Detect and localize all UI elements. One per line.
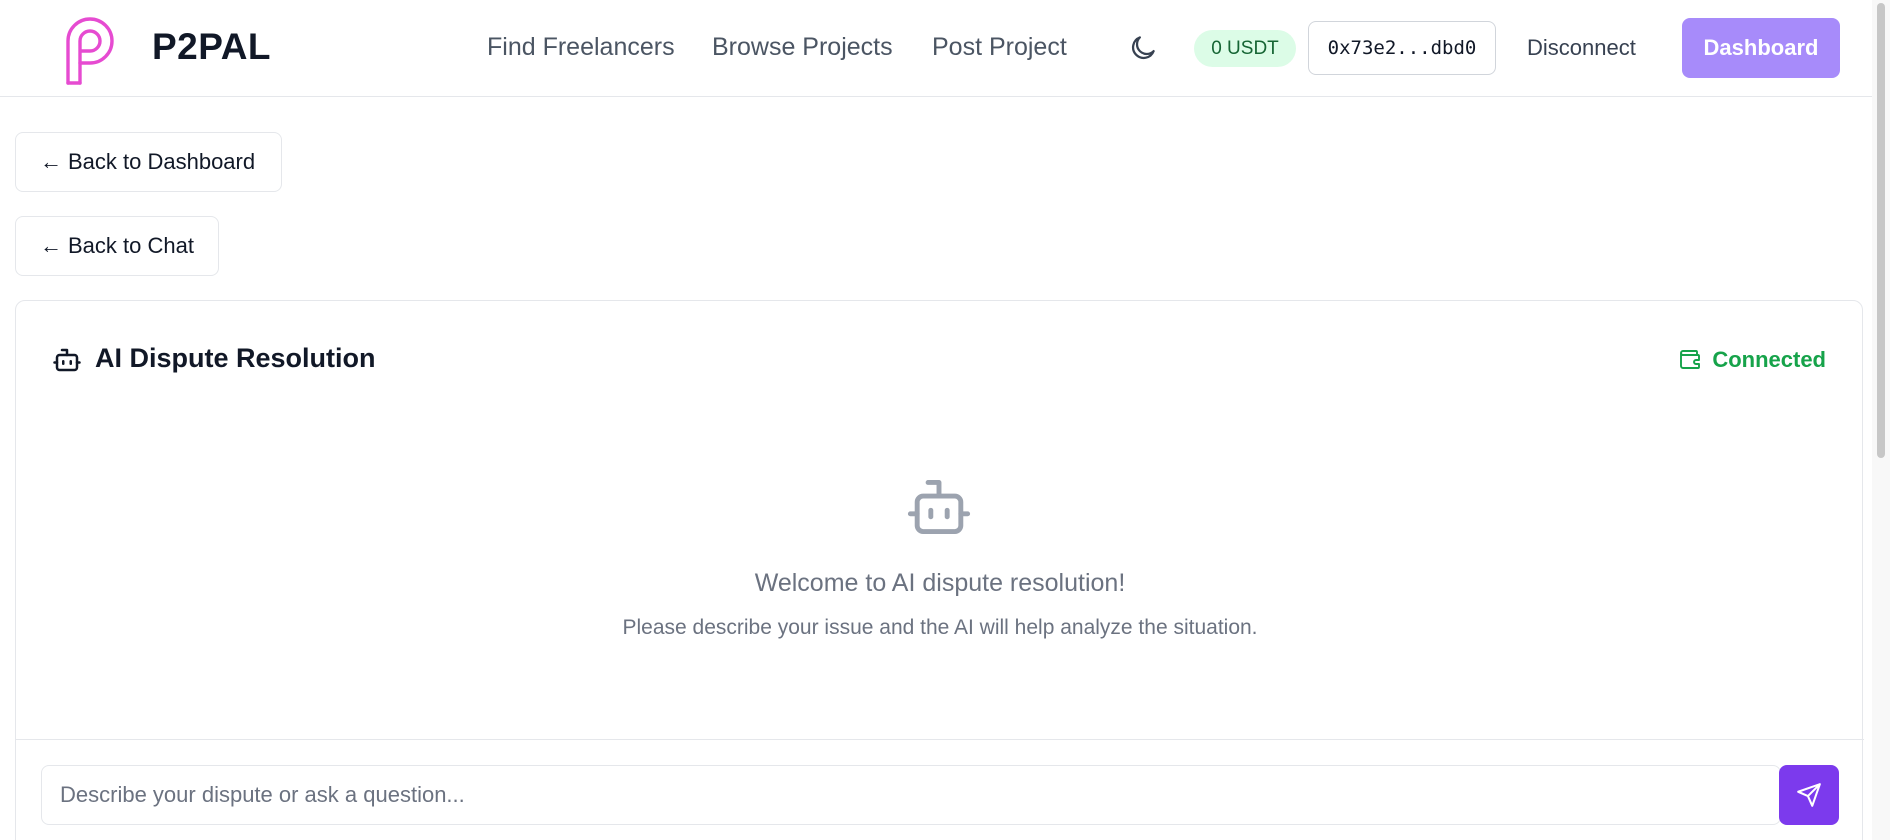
bot-icon <box>53 348 81 372</box>
send-icon <box>1797 783 1821 807</box>
bot-icon <box>907 480 971 534</box>
nav-find-freelancers[interactable]: Find Freelancers <box>487 33 675 62</box>
arrow-left-icon: ← <box>40 233 62 258</box>
dashboard-button[interactable]: Dashboard <box>1682 18 1840 78</box>
wallet-icon <box>1680 350 1701 369</box>
welcome-subtitle: Please describe your issue and the AI wi… <box>622 616 1258 639</box>
dispute-message-input[interactable] <box>41 765 1781 825</box>
connection-status-label: Connected <box>1712 347 1826 372</box>
connection-status: Connected <box>1678 347 1826 373</box>
moon-icon[interactable] <box>1128 33 1158 63</box>
top-navbar: P2PAL Find Freelancers Browse Projects P… <box>0 0 1872 97</box>
p2pal-logo-icon[interactable] <box>58 17 120 85</box>
back-to-chat-label: Back to Chat <box>68 233 194 258</box>
scrollbar-thumb[interactable] <box>1877 3 1885 458</box>
nav-browse-projects[interactable]: Browse Projects <box>712 33 893 62</box>
dispute-card: AI Dispute Resolution Connected Welcome … <box>15 300 1864 840</box>
back-to-chat-button[interactable]: ← Back to Chat <box>15 216 219 276</box>
nav-post-project[interactable]: Post Project <box>932 33 1067 62</box>
back-to-dashboard-label: Back to Dashboard <box>68 149 256 174</box>
brand-name[interactable]: P2PAL <box>152 26 271 68</box>
page: P2PAL Find Freelancers Browse Projects P… <box>0 0 1890 840</box>
page-scrollbar[interactable] <box>1872 0 1890 840</box>
message-composer <box>16 739 1864 840</box>
disconnect-button[interactable]: Disconnect <box>1527 35 1636 61</box>
wallet-address[interactable]: 0x73e2...dbd0 <box>1308 21 1496 75</box>
back-to-dashboard-button[interactable]: ← Back to Dashboard <box>15 132 282 192</box>
arrow-left-icon: ← <box>40 149 62 174</box>
usdt-balance-badge: 0 USDT <box>1194 30 1296 67</box>
welcome-title: Welcome to AI dispute resolution! <box>754 569 1126 597</box>
send-button[interactable] <box>1779 765 1839 825</box>
dispute-title: AI Dispute Resolution <box>95 343 376 373</box>
